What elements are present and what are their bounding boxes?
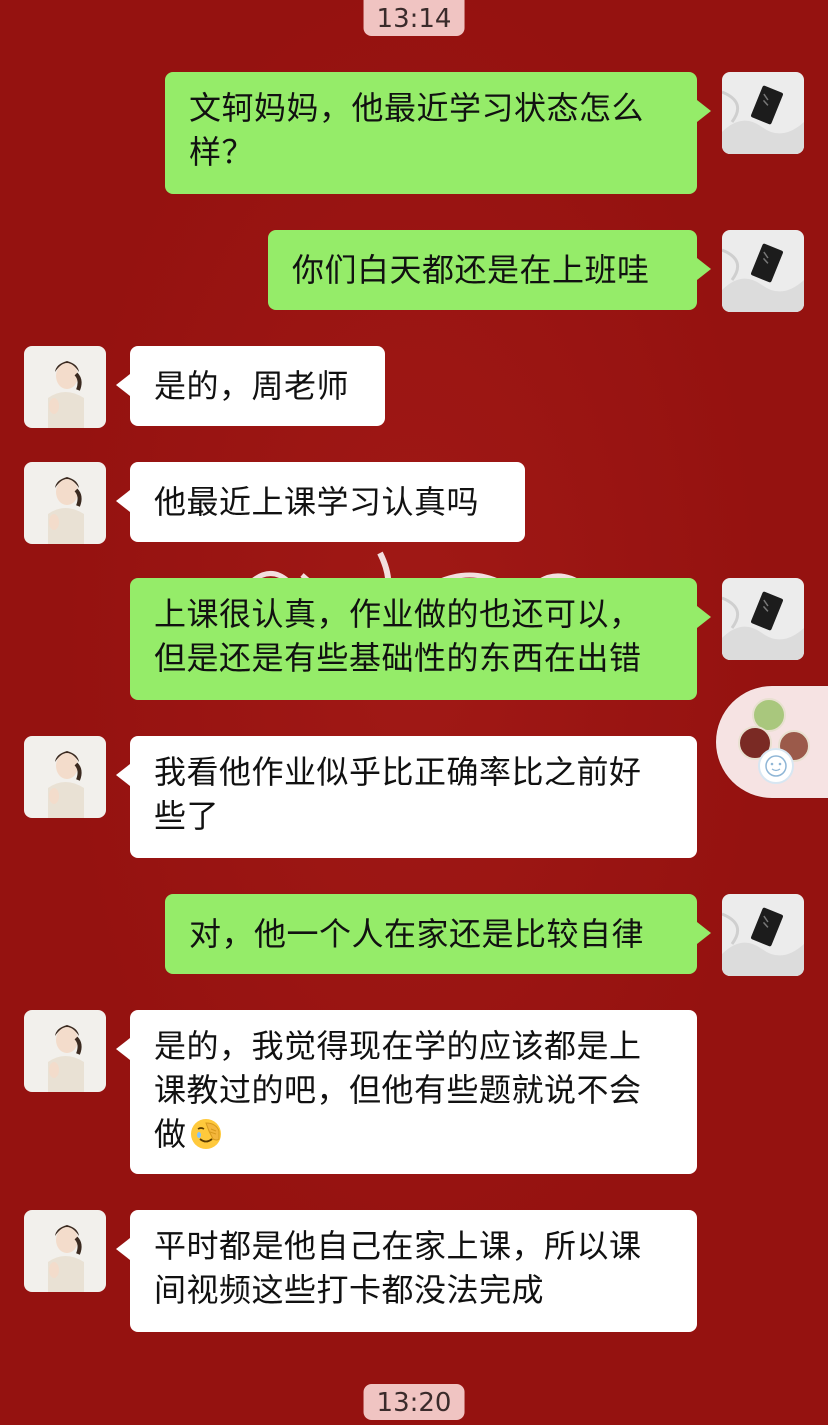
message-received[interactable]: 是的，我觉得现在学的应该都是上 课教过的吧，但他有些题就说不会 做 [116, 1010, 697, 1174]
widget-avatar-4 [758, 748, 794, 784]
timestamp-top: 13:14 [363, 0, 465, 36]
facepalm-emoji [190, 1119, 221, 1149]
parent-avatar-icon[interactable] [24, 346, 106, 428]
message-received[interactable]: 是的，周老师 [116, 346, 385, 426]
message-received[interactable]: 我看他作业似乎比正确率比之前好 些了 [116, 736, 697, 858]
message-sent[interactable]: 你们白天都还是在上班哇 [268, 230, 711, 310]
message-text-line-with-emoji: 做 [154, 1112, 673, 1156]
parent-avatar-icon[interactable] [24, 736, 106, 818]
message-sent[interactable]: 对，他一个人在家还是比较自律 [165, 894, 711, 974]
message-text-line: 但是还是有些基础性的东西在出错 [154, 639, 642, 677]
message-text-line: 些了 [154, 797, 220, 835]
message-text-line: 间视频这些打卡都没法完成 [154, 1271, 545, 1309]
parent-avatar-icon[interactable] [24, 1210, 106, 1292]
message-text-line: 文轲妈妈，他最近学习状态怎么 [189, 89, 645, 127]
message-text-line: 样？ [189, 133, 255, 171]
message-text-line: 你们白天都还是在上班哇 [292, 251, 650, 289]
teacher-avatar-icon[interactable] [722, 72, 804, 154]
message-received[interactable]: 平时都是他自己在家上课，所以课 间视频这些打卡都没法完成 [116, 1210, 697, 1332]
teacher-avatar-icon[interactable] [722, 578, 804, 660]
message-text-line: 上课很认真，作业做的也还可以， [154, 595, 642, 633]
message-received[interactable]: 他最近上课学习认真吗 [116, 462, 525, 542]
message-text-line: 是的，周老师 [154, 367, 350, 405]
parent-avatar-icon[interactable] [24, 462, 106, 544]
message-text-line: 平时都是他自己在家上课，所以课 [154, 1227, 642, 1265]
message-text-line: 课教过的吧，但他有些题就说不会 [154, 1071, 642, 1109]
teacher-avatar-icon[interactable] [722, 894, 804, 976]
message-text-line: 是的，我觉得现在学的应该都是上 [154, 1027, 642, 1065]
timestamp-bottom: 13:20 [363, 1384, 465, 1420]
message-sent[interactable]: 上课很认真，作业做的也还可以， 但是还是有些基础性的东西在出错 [130, 578, 711, 700]
parent-avatar-icon[interactable] [24, 1010, 106, 1092]
message-text-line: 对，他一个人在家还是比较自律 [189, 915, 645, 953]
floating-window-icon[interactable] [716, 686, 828, 798]
message-text-line: 做 [154, 1115, 187, 1153]
message-text-line: 我看他作业似乎比正确率比之前好 [154, 753, 642, 791]
message-text-line: 他最近上课学习认真吗 [154, 483, 480, 521]
message-sent[interactable]: 文轲妈妈，他最近学习状态怎么 样？ [165, 72, 711, 194]
teacher-avatar-icon[interactable] [722, 230, 804, 312]
